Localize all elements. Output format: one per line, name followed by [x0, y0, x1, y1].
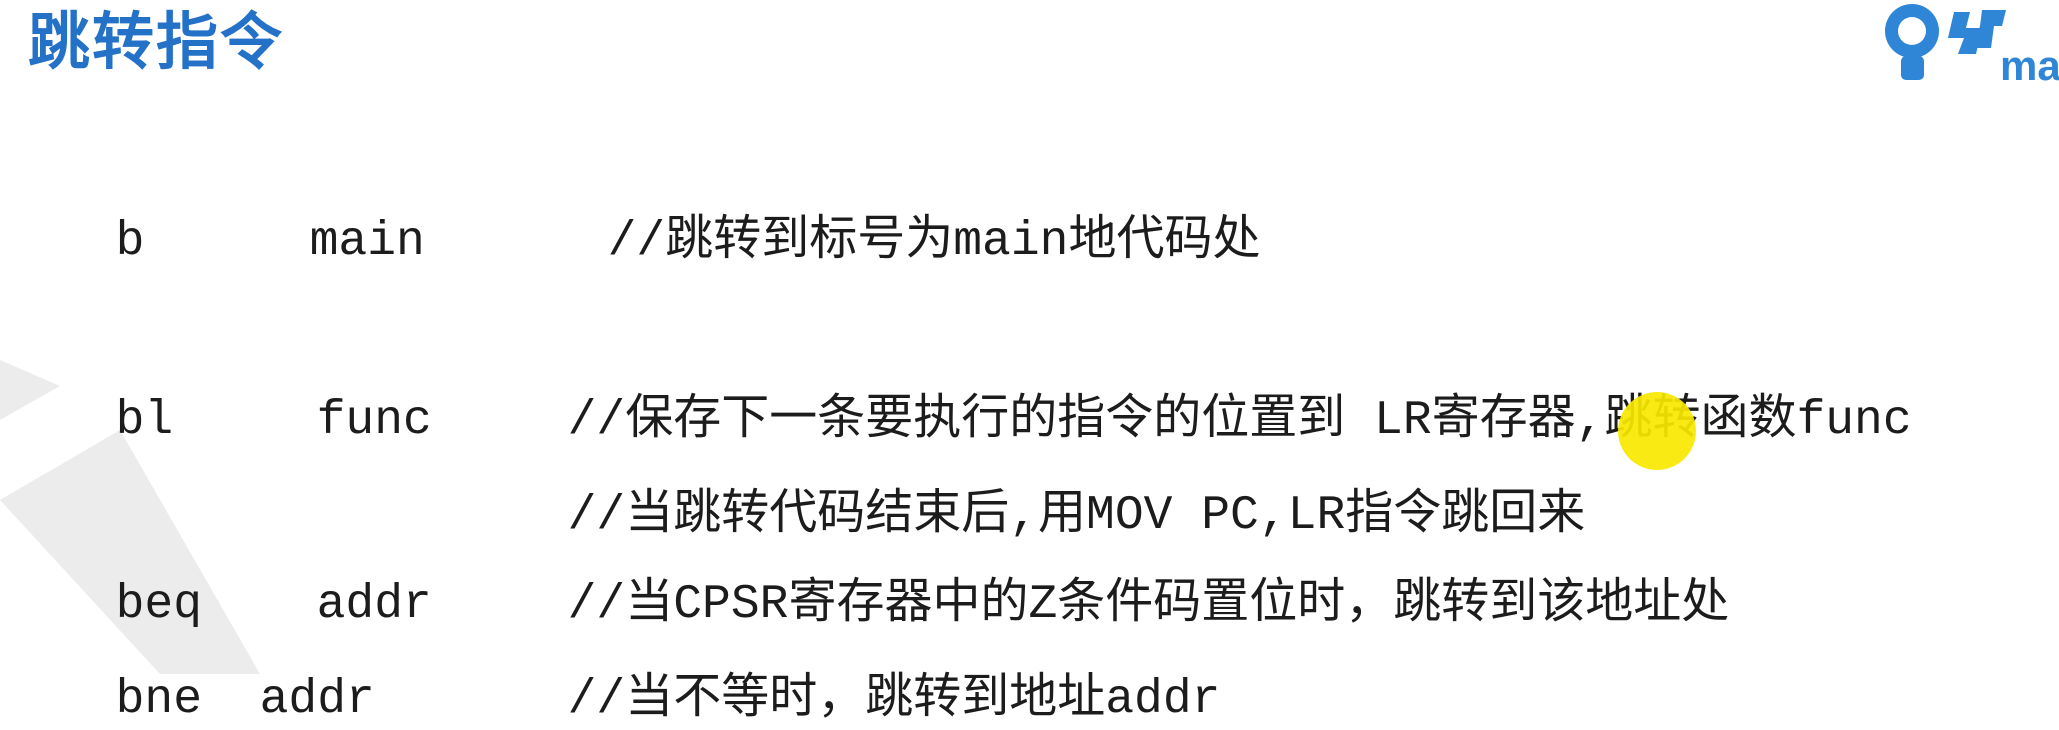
logo-text: ma [2000, 42, 2059, 89]
code-instruction: b [115, 215, 145, 269]
code-operand: addr [259, 673, 375, 727]
code-instruction: bne [115, 673, 203, 727]
code-instruction: bl [115, 394, 174, 448]
code-comment: //跳转到标号为main地代码处 [607, 215, 1261, 269]
code-operand: main [309, 215, 425, 269]
slide-title: 跳转指令 [28, 5, 285, 78]
cursor-highlight [1618, 392, 1696, 470]
code-operand: func [316, 394, 432, 448]
code-comment: //当不等时，跳转到地址addr [567, 673, 1221, 727]
